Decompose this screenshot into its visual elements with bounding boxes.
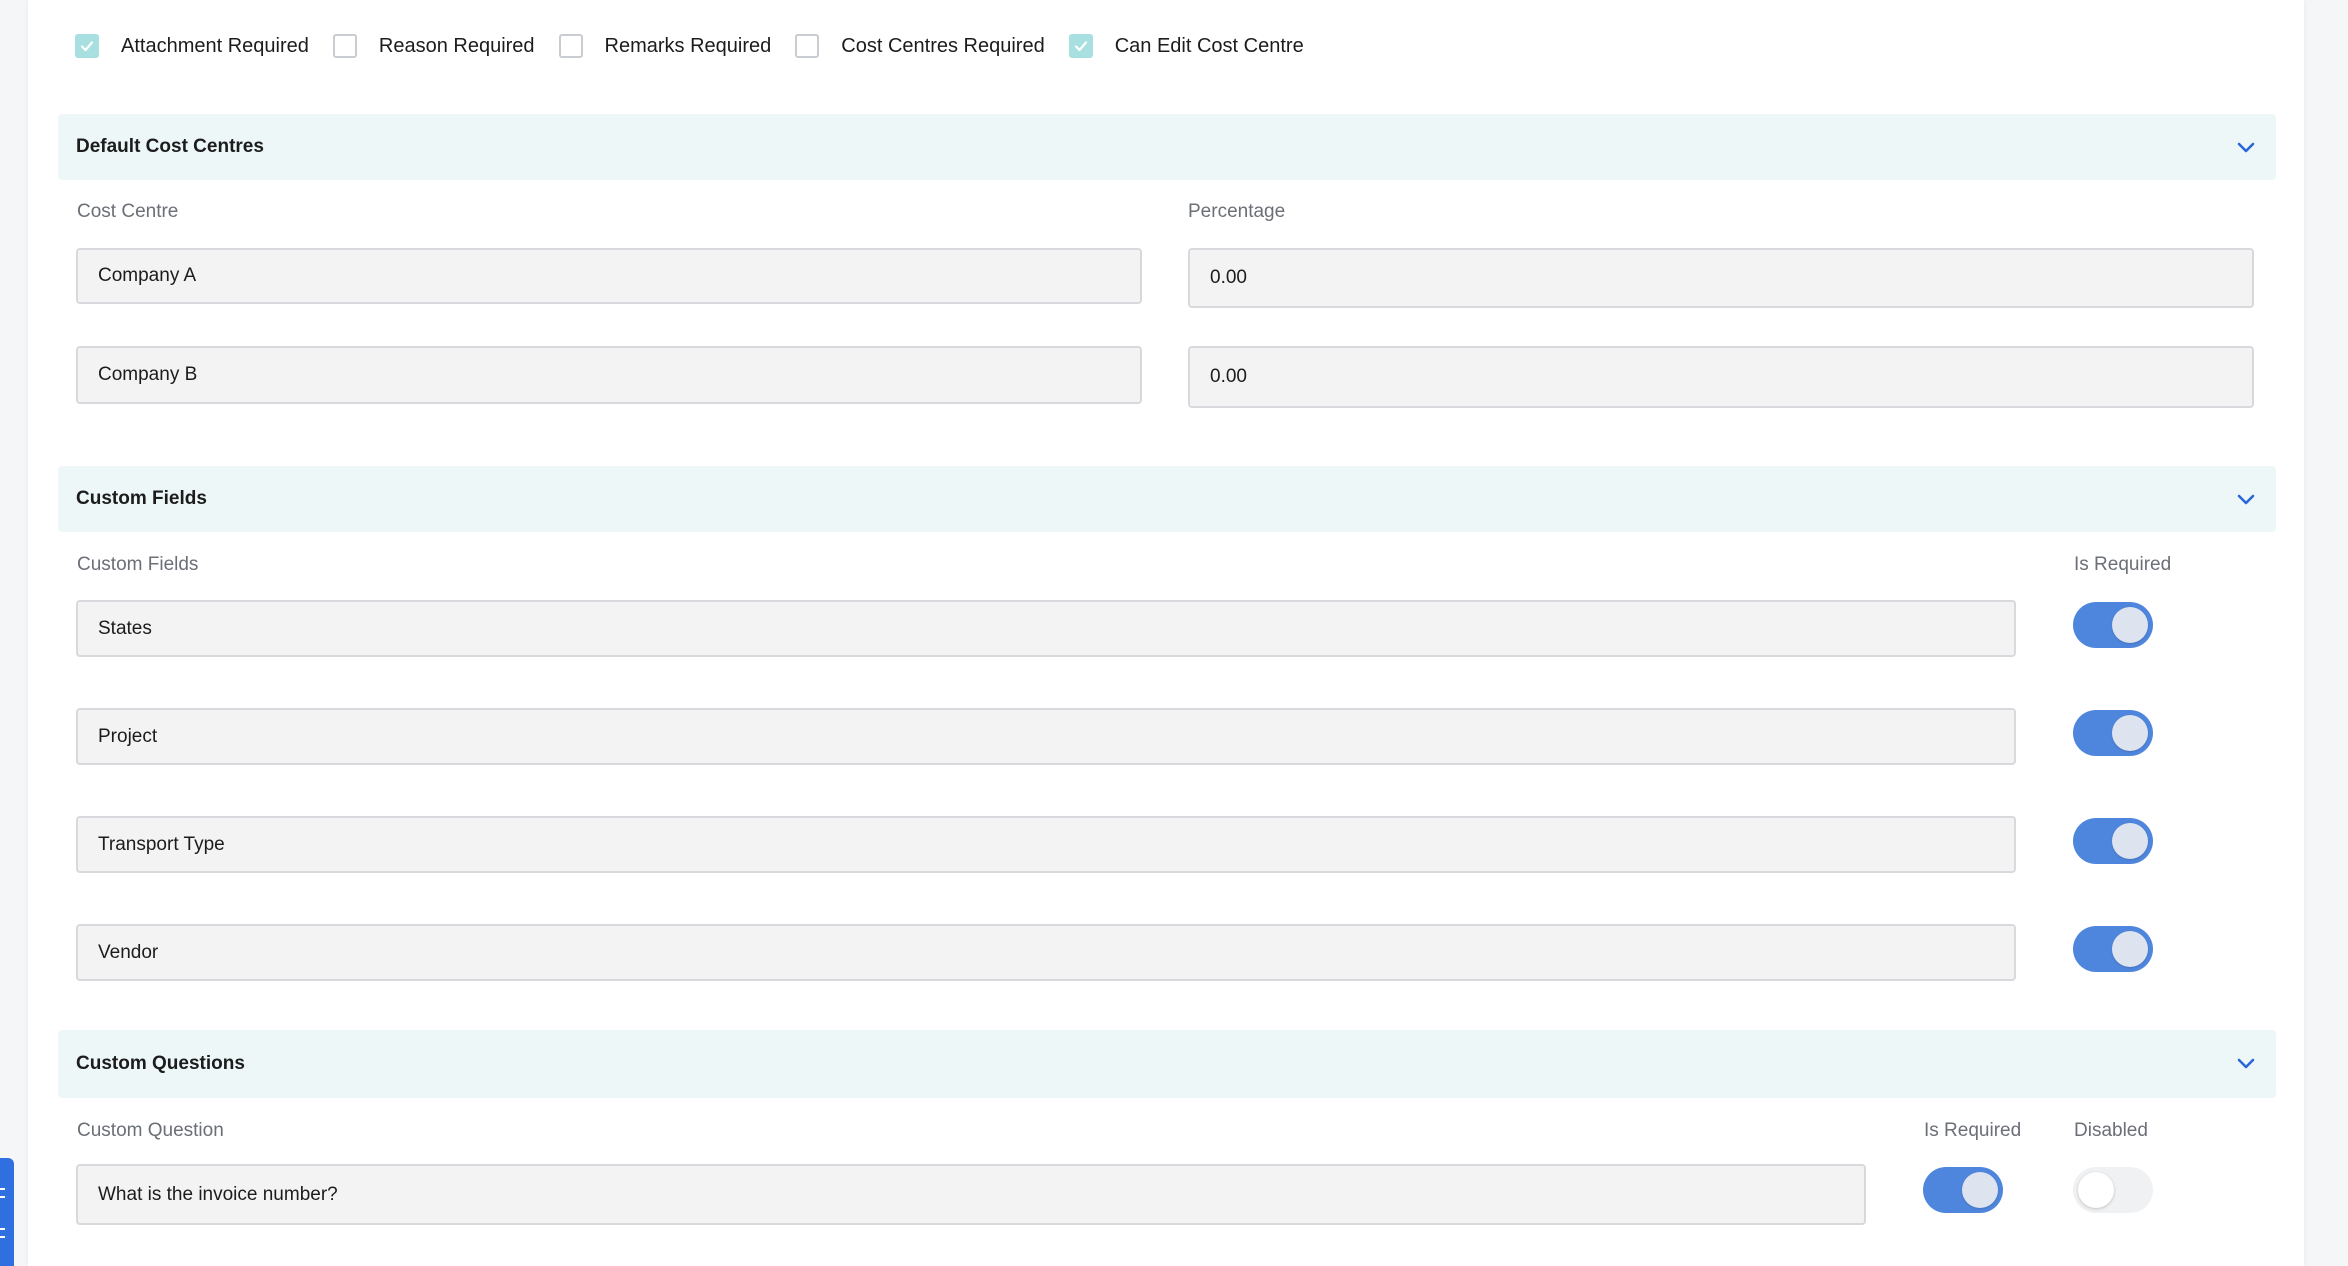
toggle-knob — [1962, 1172, 1998, 1208]
checkbox-box[interactable] — [75, 34, 99, 58]
checkbox-can-edit-cost-centre[interactable]: Can Edit Cost Centre — [1068, 34, 1304, 58]
section-header-default-cost-centres[interactable]: Default Cost Centres — [58, 114, 2276, 180]
checkbox-box[interactable] — [558, 34, 583, 58]
chevron-down-icon[interactable] — [2234, 488, 2258, 512]
checkbox-label: Can Edit Cost Centre — [1114, 34, 1304, 57]
checkbox-remarks-required[interactable]: Remarks Required — [558, 34, 772, 58]
checkbox-cost-centres-required[interactable]: Cost Centres Required — [795, 34, 1045, 58]
checkbox-label: Remarks Required — [604, 34, 772, 57]
cost-centre-column-label: Cost Centre — [77, 201, 179, 222]
tab-line — [0, 1228, 5, 1230]
custom-field-input[interactable]: Transport Type — [76, 816, 2016, 873]
toggle-knob — [2078, 1172, 2114, 1208]
section-header-custom-fields[interactable]: Custom Fields — [58, 466, 2276, 532]
is-required-toggle[interactable] — [2073, 818, 2153, 864]
custom-fields-column-label: Custom Fields — [77, 554, 199, 575]
percentage-input[interactable]: 0.00 — [1188, 248, 2254, 308]
is-required-toggle[interactable] — [1923, 1167, 2003, 1213]
section-header-custom-questions[interactable]: Custom Questions — [58, 1030, 2276, 1098]
percentage-input[interactable]: 0.00 — [1188, 346, 2254, 408]
is-required-column-label: Is Required — [1924, 1120, 2022, 1141]
check-icon — [80, 41, 94, 52]
section-title: Default Cost Centres — [76, 136, 264, 157]
options-checkbox-row: Attachment Required Reason Required Rema… — [75, 30, 1328, 62]
checkbox-box[interactable] — [795, 34, 820, 58]
disabled-toggle[interactable] — [2073, 1167, 2153, 1213]
is-required-toggle[interactable] — [2073, 926, 2153, 972]
toggle-knob — [2112, 715, 2148, 751]
cost-centre-input[interactable]: Company B — [76, 346, 1142, 404]
section-title: Custom Questions — [76, 1053, 245, 1074]
tab-line — [0, 1236, 5, 1238]
chevron-down-icon[interactable] — [2234, 1052, 2258, 1076]
is-required-column-label: Is Required — [2074, 554, 2172, 575]
checkbox-label: Attachment Required — [121, 34, 309, 57]
custom-field-input[interactable]: Project — [76, 708, 2016, 765]
toggle-knob — [2112, 607, 2148, 643]
disabled-column-label: Disabled — [2074, 1120, 2148, 1141]
toggle-knob — [2112, 823, 2148, 859]
custom-question-column-label: Custom Question — [77, 1120, 224, 1141]
percentage-column-label: Percentage — [1188, 201, 1286, 222]
checkbox-label: Reason Required — [378, 34, 535, 57]
tab-line — [0, 1196, 5, 1198]
is-required-toggle[interactable] — [2073, 602, 2153, 648]
tab-line — [0, 1188, 5, 1190]
checkbox-reason-required[interactable]: Reason Required — [332, 34, 535, 58]
checkbox-box[interactable] — [332, 34, 357, 58]
is-required-toggle[interactable] — [2073, 710, 2153, 756]
toggle-knob — [2112, 931, 2148, 967]
chevron-down-icon[interactable] — [2234, 136, 2258, 160]
checkbox-attachment-required[interactable]: Attachment Required — [75, 34, 309, 58]
checkbox-box[interactable] — [1068, 34, 1093, 58]
cost-centre-input[interactable]: Company A — [76, 248, 1142, 304]
side-feedback-tab[interactable] — [0, 1158, 14, 1266]
custom-field-input[interactable]: Vendor — [76, 924, 2016, 981]
custom-field-input[interactable]: States — [76, 600, 2016, 657]
section-title: Custom Fields — [76, 488, 207, 509]
checkbox-label: Cost Centres Required — [841, 34, 1045, 57]
custom-question-input[interactable]: What is the invoice number? — [76, 1164, 1866, 1225]
check-icon — [1074, 41, 1087, 52]
